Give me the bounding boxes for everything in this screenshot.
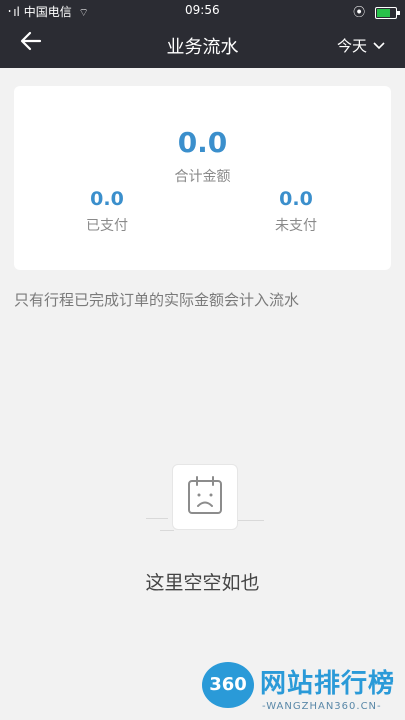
watermark-logo: 360: [202, 662, 254, 708]
location-icon: ⦿: [353, 5, 366, 19]
paid-label: 已支付: [86, 218, 128, 234]
watermark: 360 网站排行榜 -WANGZHAN360.CN-: [196, 659, 405, 720]
watermark-subtitle: -WANGZHAN360.CN-: [262, 701, 382, 712]
unpaid-label: 未支付: [275, 218, 317, 234]
date-filter-label: 今天: [336, 37, 367, 55]
total-amount-value: 0.0: [177, 126, 228, 159]
empty-state-icon-box: [172, 464, 238, 530]
sad-calendar-icon: [188, 476, 222, 514]
date-filter-dropdown[interactable]: 今天: [337, 35, 385, 56]
unpaid-value: 0.0: [279, 188, 313, 210]
carrier-name: 中国电信: [23, 5, 72, 19]
signal-icon: ᛫ıl: [6, 5, 20, 19]
status-bar: ᛫ıl 中国电信 ⌔ 09:56 ⦿: [0, 0, 405, 22]
unpaid-stat: 0.0 未支付: [256, 188, 336, 235]
revenue-note: 只有行程已完成订单的实际金额会计入流水: [14, 291, 300, 309]
summary-card: 0.0 合计金额 0.0 已支付 0.0 未支付: [14, 86, 391, 270]
total-amount-label: 合计金额: [174, 169, 231, 185]
battery-icon: [375, 6, 400, 19]
paid-value: 0.0: [90, 188, 124, 210]
empty-state-text: 这里空空如也: [145, 572, 260, 594]
status-right: ⦿: [353, 3, 400, 20]
paid-stat: 0.0 已支付: [67, 188, 147, 235]
watermark-title: 网站排行榜: [260, 669, 396, 699]
top-bar: ᛫ıl 中国电信 ⌔ 09:56 ⦿ 业务流水 今天: [0, 0, 405, 68]
decorative-dash: [160, 530, 174, 531]
decorative-dash: [238, 520, 264, 521]
chevron-down-icon: [373, 39, 385, 53]
status-time: 09:56: [185, 3, 220, 17]
carrier-info: ᛫ıl 中国电信 ⌔: [6, 3, 89, 20]
navigation-bar: 业务流水 今天: [0, 26, 405, 66]
wifi-icon: ⌔: [78, 6, 89, 19]
decorative-dash: [146, 518, 168, 519]
